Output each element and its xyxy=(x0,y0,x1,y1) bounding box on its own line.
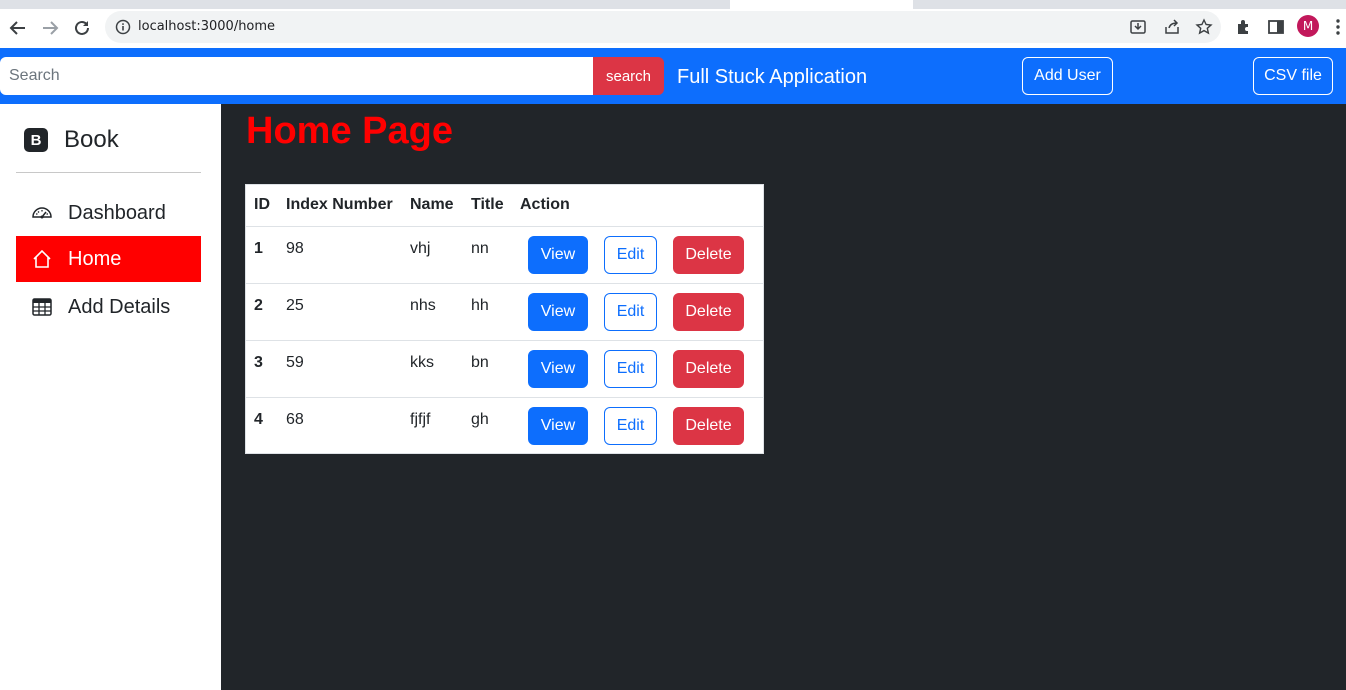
table-icon xyxy=(31,296,53,318)
extensions-icon[interactable] xyxy=(1234,17,1254,37)
app-brand[interactable]: Full Stuck Application xyxy=(677,66,867,89)
cell-index-number: 98 xyxy=(278,226,402,284)
share-icon[interactable] xyxy=(1163,18,1181,36)
cell-title: gh xyxy=(471,410,489,428)
column-header: ID xyxy=(246,185,278,227)
table-row: 1 98 vhj nn View Edit Delete xyxy=(246,226,763,284)
table-row: 2 25 nhs hh View Edit Delete xyxy=(246,283,763,341)
menu-kebab-icon[interactable] xyxy=(1332,17,1344,37)
cell-name: vhj xyxy=(402,226,463,284)
house-icon xyxy=(31,248,53,270)
csv-file-button[interactable]: CSV file xyxy=(1253,57,1333,95)
sidebar-item-home[interactable]: Home xyxy=(16,236,201,282)
browser-tab-active[interactable] xyxy=(730,0,913,9)
delete-button[interactable]: Delete xyxy=(673,349,744,388)
profile-avatar[interactable]: M xyxy=(1297,15,1319,37)
sidebar-brand[interactable]: B Book xyxy=(24,126,119,154)
sidebar-item-add-details[interactable]: Add Details xyxy=(16,284,201,330)
cell-title: nn xyxy=(463,226,512,284)
side-panel-icon[interactable] xyxy=(1266,17,1286,37)
sidebar-item-dashboard[interactable]: Dashboard xyxy=(16,190,201,236)
column-header: Name xyxy=(402,185,463,227)
cell-id: 2 xyxy=(246,283,278,341)
cell-actions: View Edit Delete xyxy=(512,340,763,398)
table-row: 3 59 kks bn View Edit Delete xyxy=(246,340,763,398)
delete-button[interactable]: Delete xyxy=(673,235,744,274)
records-table: ID Index Number Name Title Action 1 98 v… xyxy=(246,185,763,454)
column-header: Action xyxy=(512,185,763,227)
cell-id: 3 xyxy=(246,340,278,398)
sidebar: B Book Dashboard Home Add Details xyxy=(0,104,221,690)
address-bar[interactable]: localhost:3000/home xyxy=(105,11,1221,43)
main-content: Home Page ID Index Number Name Title Act… xyxy=(221,104,1346,690)
forward-icon[interactable] xyxy=(36,14,64,42)
table-header-row: ID Index Number Name Title Action xyxy=(246,185,763,227)
edit-button[interactable]: Edit xyxy=(604,292,657,331)
sidebar-divider xyxy=(16,172,201,173)
cell-id: 1 xyxy=(246,226,278,284)
url-text[interactable]: localhost:3000/home xyxy=(138,19,275,34)
cell-id: 4 xyxy=(254,410,263,428)
cell-actions: View Edit Delete xyxy=(512,397,763,454)
table-row: 4 68 fjfjf gh View Edit Delete xyxy=(246,397,763,454)
install-icon[interactable] xyxy=(1129,18,1147,36)
sidebar-brand-text: Book xyxy=(64,126,119,153)
edit-button[interactable]: Edit xyxy=(604,406,657,445)
speedometer-icon xyxy=(31,202,53,224)
cell-index-number: 25 xyxy=(278,283,402,341)
records-table-container: ID Index Number Name Title Action 1 98 v… xyxy=(245,184,764,454)
star-icon[interactable] xyxy=(1195,18,1213,36)
cell-title: hh xyxy=(463,283,512,341)
browser-toolbar: localhost:3000/home M xyxy=(0,9,1346,48)
delete-button[interactable]: Delete xyxy=(673,292,744,331)
reload-icon[interactable] xyxy=(68,14,96,42)
cell-index-number: 68 xyxy=(286,410,304,428)
edit-button[interactable]: Edit xyxy=(604,235,657,274)
cell-index-number: 59 xyxy=(278,340,402,398)
sidebar-item-label: Dashboard xyxy=(68,201,166,224)
cell-actions: View Edit Delete xyxy=(512,283,763,341)
sidebar-item-label: Home xyxy=(68,247,122,270)
browser-tab-strip xyxy=(0,0,1346,9)
cell-name: nhs xyxy=(402,283,463,341)
view-button[interactable]: View xyxy=(528,292,588,331)
column-header: Index Number xyxy=(278,185,402,227)
search-input[interactable] xyxy=(0,57,594,95)
top-navbar: search Full Stuck Application Add User C… xyxy=(0,48,1346,104)
view-button[interactable]: View xyxy=(528,235,588,274)
sidebar-item-label: Add Details xyxy=(68,295,171,318)
page-title: Home Page xyxy=(246,110,453,152)
cell-name: fjfjf xyxy=(410,410,431,428)
cell-title: bn xyxy=(463,340,512,398)
back-icon[interactable] xyxy=(4,14,32,42)
edit-button[interactable]: Edit xyxy=(604,349,657,388)
column-header: Title xyxy=(463,185,512,227)
cell-name: kks xyxy=(402,340,463,398)
search-button[interactable]: search xyxy=(593,57,664,95)
view-button[interactable]: View xyxy=(528,406,588,445)
delete-button[interactable]: Delete xyxy=(673,406,744,445)
add-user-button[interactable]: Add User xyxy=(1022,57,1113,95)
info-icon[interactable] xyxy=(115,19,131,35)
cell-actions: View Edit Delete xyxy=(512,226,763,284)
view-button[interactable]: View xyxy=(528,349,588,388)
bootstrap-logo-icon: B xyxy=(24,128,48,152)
